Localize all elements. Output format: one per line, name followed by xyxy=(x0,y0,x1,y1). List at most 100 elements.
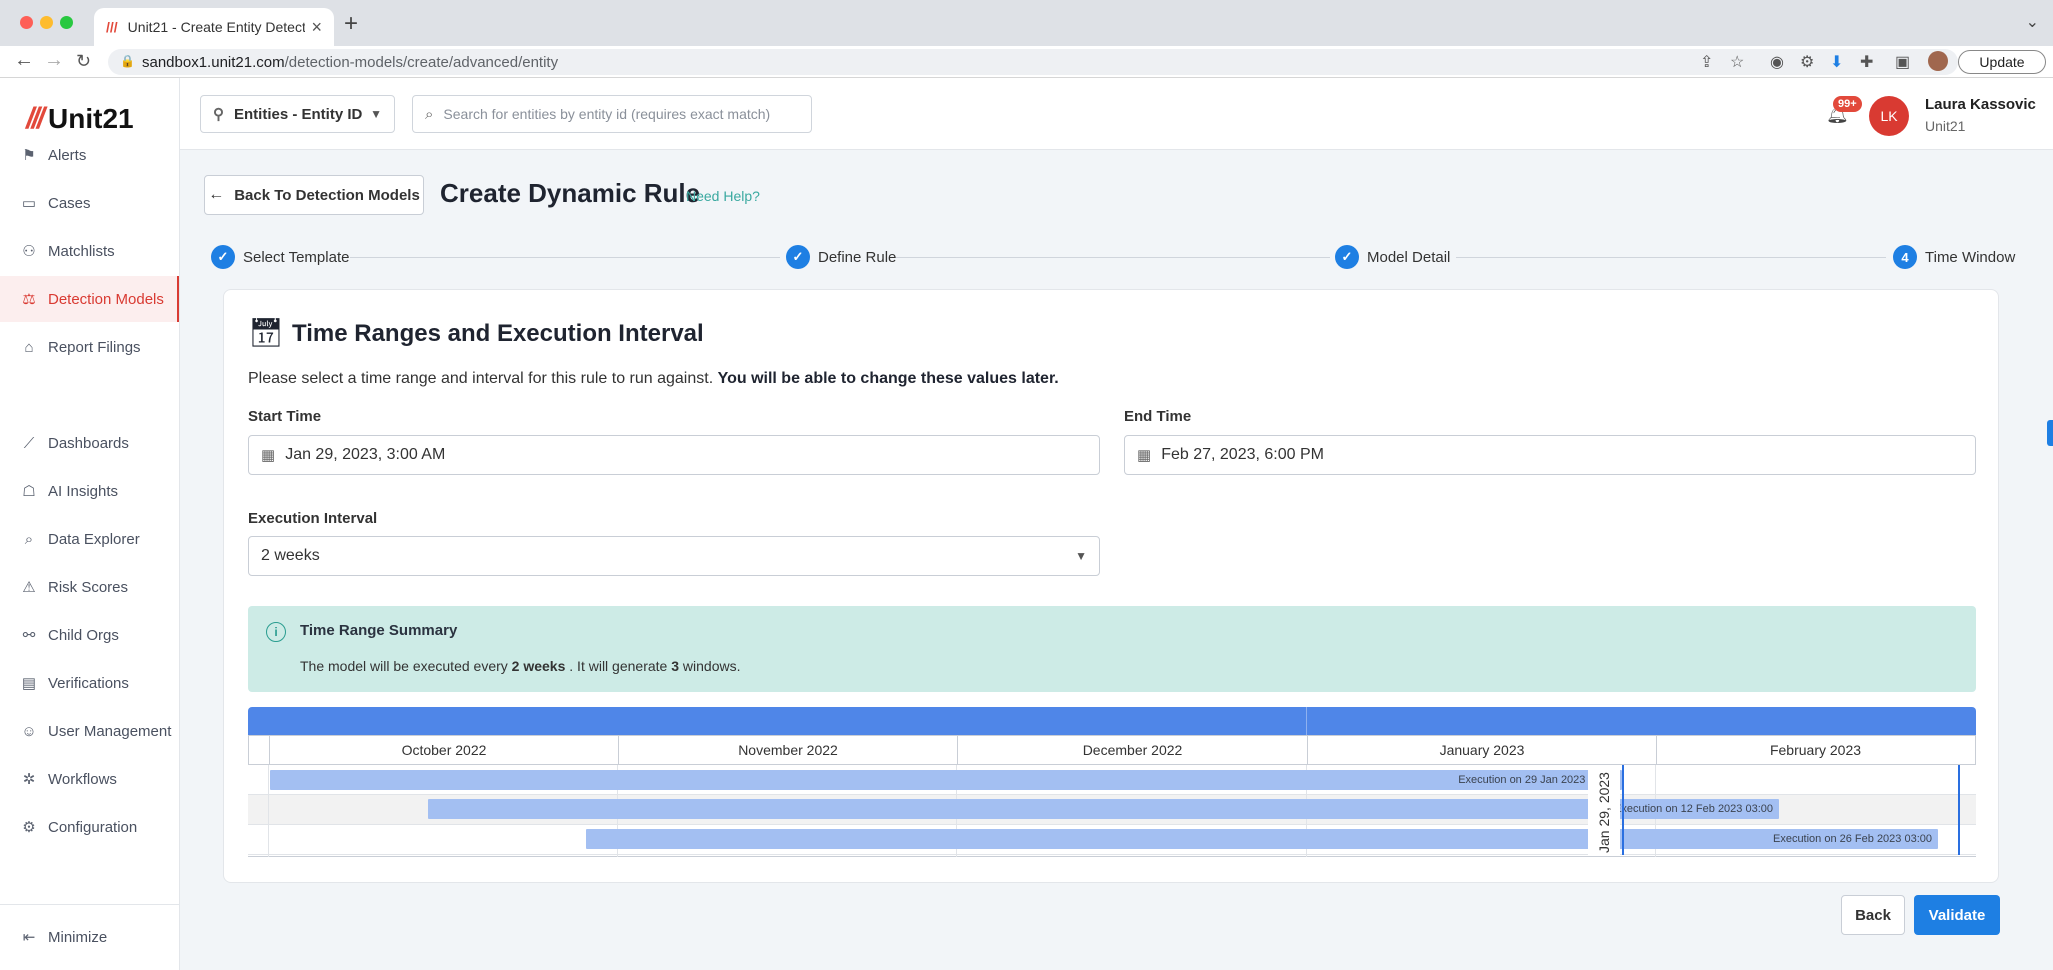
sidebar-item-detection-models[interactable]: ⚖ Detection Models xyxy=(0,276,179,322)
sidebar-item-ai-insights[interactable]: ☖ AI Insights xyxy=(0,468,179,514)
sidebar: /// Unit21 ⚑ Alerts ▭ Cases ⚇ Matchlists ⚖ D… xyxy=(0,78,180,970)
reload-icon[interactable]: ↻ xyxy=(76,51,91,72)
start-time-label: Start Time xyxy=(248,408,322,425)
timeline-header-bar xyxy=(248,707,1976,735)
close-tab-icon[interactable]: × xyxy=(311,17,322,38)
sidebar-item-matchlists[interactable]: ⚇ Matchlists xyxy=(0,228,179,274)
execution-bar[interactable]: Execution on 29 Jan 2023 03:00 xyxy=(270,770,1622,790)
sidebar-item-label: Dashboards xyxy=(48,434,129,452)
sidebar-item-cases[interactable]: ▭ Cases xyxy=(0,180,179,226)
timeline-month: February 2023 xyxy=(1656,736,1974,764)
sidebar-item-verifications[interactable]: ▤ Verifications xyxy=(0,660,179,706)
sidebar-item-label: Report Filings xyxy=(48,338,141,356)
sidebar-item-report-filings[interactable]: ⌂ Report Filings xyxy=(0,324,179,370)
card-description: Please select a time range and interval … xyxy=(248,370,1059,388)
maximize-window-icon[interactable] xyxy=(60,16,73,29)
step-connector xyxy=(890,257,1330,258)
org-icon: ⚯ xyxy=(22,627,36,644)
entity-type-select[interactable]: ⚲ Entities - Entity ID ▼ xyxy=(200,95,395,133)
step-select-template[interactable]: ✓ Select Template xyxy=(211,245,349,269)
card-description-text: Please select a time range and interval … xyxy=(248,370,714,387)
unit21-logo[interactable]: /// Unit21 xyxy=(26,102,134,136)
minimize-window-icon[interactable] xyxy=(40,16,53,29)
user-name: Laura Kassovic xyxy=(1925,96,2036,113)
side-feedback-tab[interactable] xyxy=(2047,420,2053,446)
entity-search-input[interactable] xyxy=(443,106,794,122)
sidebar-item-label: Data Explorer xyxy=(48,530,140,548)
share-icon[interactable]: ⇪ xyxy=(1700,52,1713,72)
timeline-months: October 2022 November 2022 December 2022… xyxy=(248,735,1976,765)
step-label: Model Detail xyxy=(1367,248,1451,266)
entity-search[interactable]: ⌕ xyxy=(412,95,812,133)
execution-bar[interactable]: Execution on 12 Feb 2023 03:00 xyxy=(428,799,1779,819)
close-window-icon[interactable] xyxy=(20,16,33,29)
search-icon: ⌕ xyxy=(425,105,434,123)
sidebar-item-user-management[interactable]: ☺ User Management xyxy=(0,708,179,754)
need-help-link[interactable]: Need Help? xyxy=(686,188,760,204)
extension-gear-icon[interactable]: ⚙ xyxy=(1800,52,1814,72)
sidebar-item-data-explorer[interactable]: ⌕ Data Explorer xyxy=(0,516,179,562)
minimize-sidebar-button[interactable]: ⇤ Minimize xyxy=(0,914,179,960)
back-arrow-icon[interactable]: ← xyxy=(14,49,34,72)
card-title: Time Ranges and Execution Interval xyxy=(292,320,704,347)
tab-list-chevron-icon[interactable]: ⌄ xyxy=(2026,12,2039,32)
profile-avatar[interactable] xyxy=(1928,51,1948,71)
url-path: /detection-models/create/advanced/entity xyxy=(284,53,559,71)
sidebar-item-dashboards[interactable]: ⟋ Dashboards xyxy=(0,420,179,466)
bank-icon: ⌂ xyxy=(24,338,34,356)
validate-button[interactable]: Validate xyxy=(1914,895,2000,935)
back-button[interactable]: Back xyxy=(1841,895,1905,935)
execution-interval-select[interactable]: 2 weeks ▼ xyxy=(248,536,1100,576)
lock-icon: 🔒 xyxy=(120,54,135,68)
step-number: 4 xyxy=(1893,245,1917,269)
top-header: ⚲ Entities - Entity ID ▼ ⌕ 🔔︎ 99+ LK Lau… xyxy=(180,78,2053,150)
step-model-detail[interactable]: ✓ Model Detail xyxy=(1335,245,1450,269)
summary-title: Time Range Summary xyxy=(300,622,458,639)
end-time-field[interactable]: ▦ Feb 27, 2023, 6:00 PM xyxy=(1124,435,1976,475)
unit21-favicon-icon: /// xyxy=(106,19,118,35)
sidebar-item-label: Detection Models xyxy=(48,290,164,308)
user-avatar[interactable]: LK xyxy=(1869,96,1909,136)
execution-interval-value: 2 weeks xyxy=(261,547,320,564)
warning-icon: ⚠ xyxy=(22,579,36,596)
timeline-month: December 2022 xyxy=(957,736,1307,764)
timeline-year-split xyxy=(1306,707,1307,735)
sidebar-item-risk-scores[interactable]: ⚠ Risk Scores xyxy=(0,564,179,610)
extension-icon[interactable]: ◉ xyxy=(1770,52,1784,72)
summary-interval: 2 weeks xyxy=(511,658,566,674)
sidebar-item-configuration[interactable]: ⚙ Configuration xyxy=(0,804,179,850)
sidebar-item-alerts[interactable]: ⚑ Alerts xyxy=(0,132,179,178)
timeline-month: January 2023 xyxy=(1307,736,1656,764)
flag-icon: ⚑ xyxy=(22,147,36,164)
browser-tab[interactable]: /// Unit21 - Create Entity Detectio × xyxy=(94,8,334,46)
time-window-card: 📅︎ Time Ranges and Execution Interval Pl… xyxy=(223,289,1999,883)
card-description-bold: You will be able to change these values … xyxy=(717,370,1059,387)
step-label: Select Template xyxy=(243,248,350,266)
side-panel-icon[interactable]: ▣ xyxy=(1895,52,1910,72)
step-time-window[interactable]: 4 Time Window xyxy=(1893,245,2015,269)
timeline-gridline xyxy=(268,765,269,857)
step-label: Time Window xyxy=(1925,248,2016,266)
step-connector xyxy=(1456,257,1886,258)
robot-icon: ☖ xyxy=(22,483,36,500)
update-button[interactable]: Update xyxy=(1958,50,2046,74)
entity-select-value: Entities - Entity ID xyxy=(234,105,363,123)
bookmark-star-icon[interactable]: ☆ xyxy=(1730,52,1744,72)
sidebar-item-workflows[interactable]: ✲ Workflows xyxy=(0,756,179,802)
forward-arrow-icon[interactable]: → xyxy=(44,49,64,72)
briefcase-icon: ▭ xyxy=(21,195,37,212)
back-to-detection-models-button[interactable]: ← Back To Detection Models xyxy=(204,175,424,215)
puzzle-icon[interactable]: ✚ xyxy=(1860,52,1873,72)
download-icon[interactable]: ⬇ xyxy=(1830,52,1843,72)
start-time-field[interactable]: ▦ Jan 29, 2023, 3:00 AM xyxy=(248,435,1100,475)
logo-text: Unit21 xyxy=(48,103,134,134)
user-list-icon: ⚇ xyxy=(22,243,36,260)
sidebar-item-child-orgs[interactable]: ⚯ Child Orgs xyxy=(0,612,179,658)
summary-description: The model will be executed every 2 weeks… xyxy=(300,658,741,674)
step-define-rule[interactable]: ✓ Define Rule xyxy=(786,245,896,269)
execution-bar[interactable]: Execution on 26 Feb 2023 03:00 xyxy=(586,829,1938,849)
new-tab-icon[interactable]: + xyxy=(344,10,358,38)
url-field[interactable]: 🔒 sandbox1.unit21.com/detection-models/c… xyxy=(108,49,1958,75)
logo-mark-icon: /// xyxy=(26,102,45,135)
end-time-value: Feb 27, 2023, 6:00 PM xyxy=(1161,446,1324,463)
